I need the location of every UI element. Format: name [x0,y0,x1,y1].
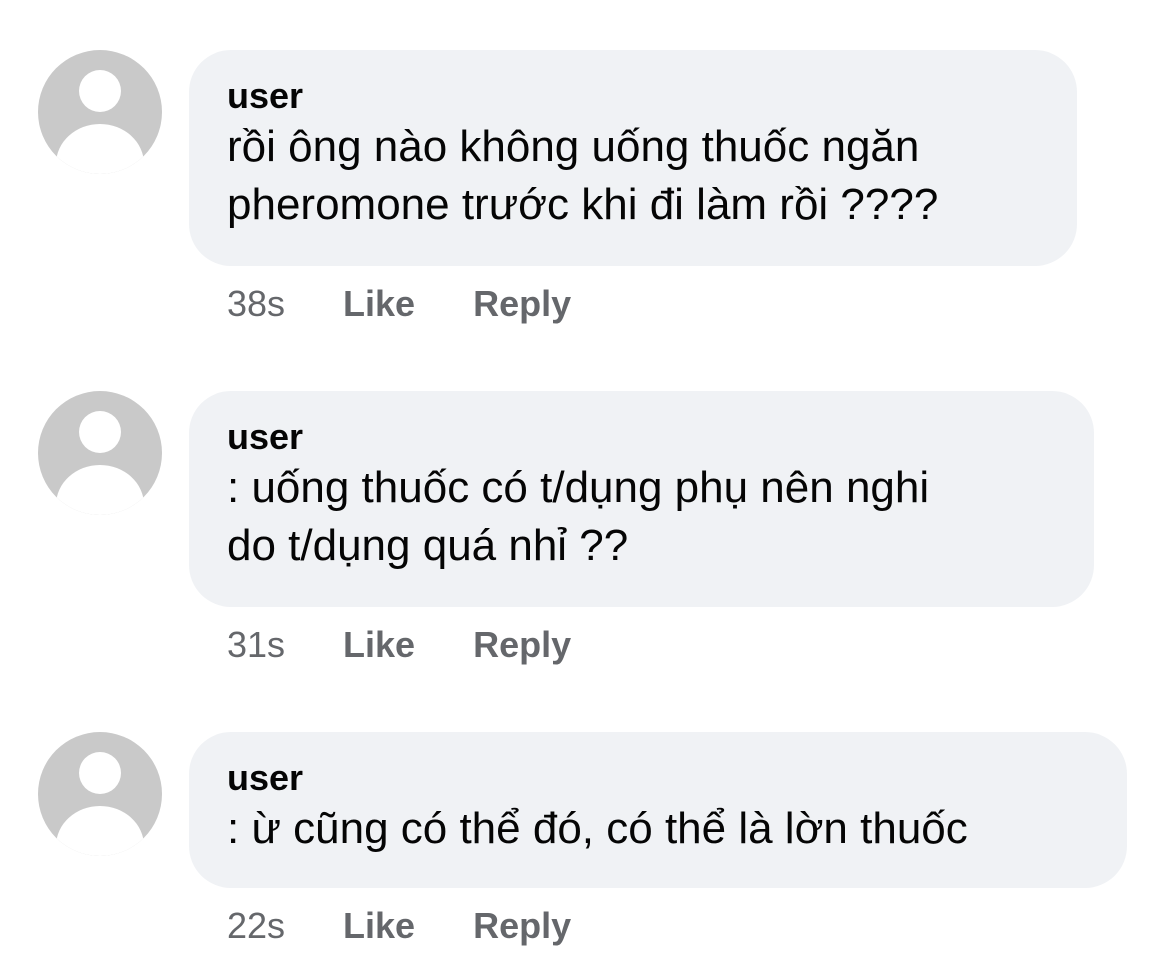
like-button[interactable]: Like [343,623,415,667]
comment-actions: 22s Like Reply [227,904,571,948]
like-button[interactable]: Like [343,282,415,326]
comment-timestamp: 22s [227,905,286,946]
comment-timestamp: 38s [227,283,286,324]
comment-bubble: user : uống thuốc có t/dụng phụ nên nghi… [189,391,1094,607]
comment-timestamp: 31s [227,624,286,665]
avatar-icon[interactable] [38,50,162,174]
like-button[interactable]: Like [343,904,415,948]
comment-text-line: : uống thuốc có t/dụng phụ nên nghi [227,463,930,512]
comment-actions: 31s Like Reply [227,623,571,667]
comment-bubble: user rồi ông nào không uống thuốc ngăn p… [189,50,1077,266]
comment-author[interactable]: user [227,756,1089,800]
comment-text-line: pheromone trước khi đi làm rồi ???? [227,180,939,229]
avatar-icon[interactable] [38,732,162,856]
reply-button[interactable]: Reply [473,282,571,326]
comment-text-line: do t/dụng quá nhỉ ?? [227,521,629,570]
comment-actions: 38s Like Reply [227,282,571,326]
comment-author[interactable]: user [227,74,1039,118]
avatar-shoulders [56,465,144,515]
avatar-head [79,411,121,453]
avatar-icon[interactable] [38,391,162,515]
comment-text-line: : ừ cũng có thể đó, có thể là lờn thuốc [227,804,968,853]
comment-text-line: rồi ông nào không uống thuốc ngăn [227,122,920,171]
avatar-head [79,70,121,112]
reply-button[interactable]: Reply [473,904,571,948]
avatar-head [79,752,121,794]
avatar-shoulders [56,806,144,856]
comment-bubble: user : ừ cũng có thể đó, có thể là lờn t… [189,732,1127,888]
comment-author[interactable]: user [227,415,1056,459]
avatar-shoulders [56,124,144,174]
reply-button[interactable]: Reply [473,623,571,667]
